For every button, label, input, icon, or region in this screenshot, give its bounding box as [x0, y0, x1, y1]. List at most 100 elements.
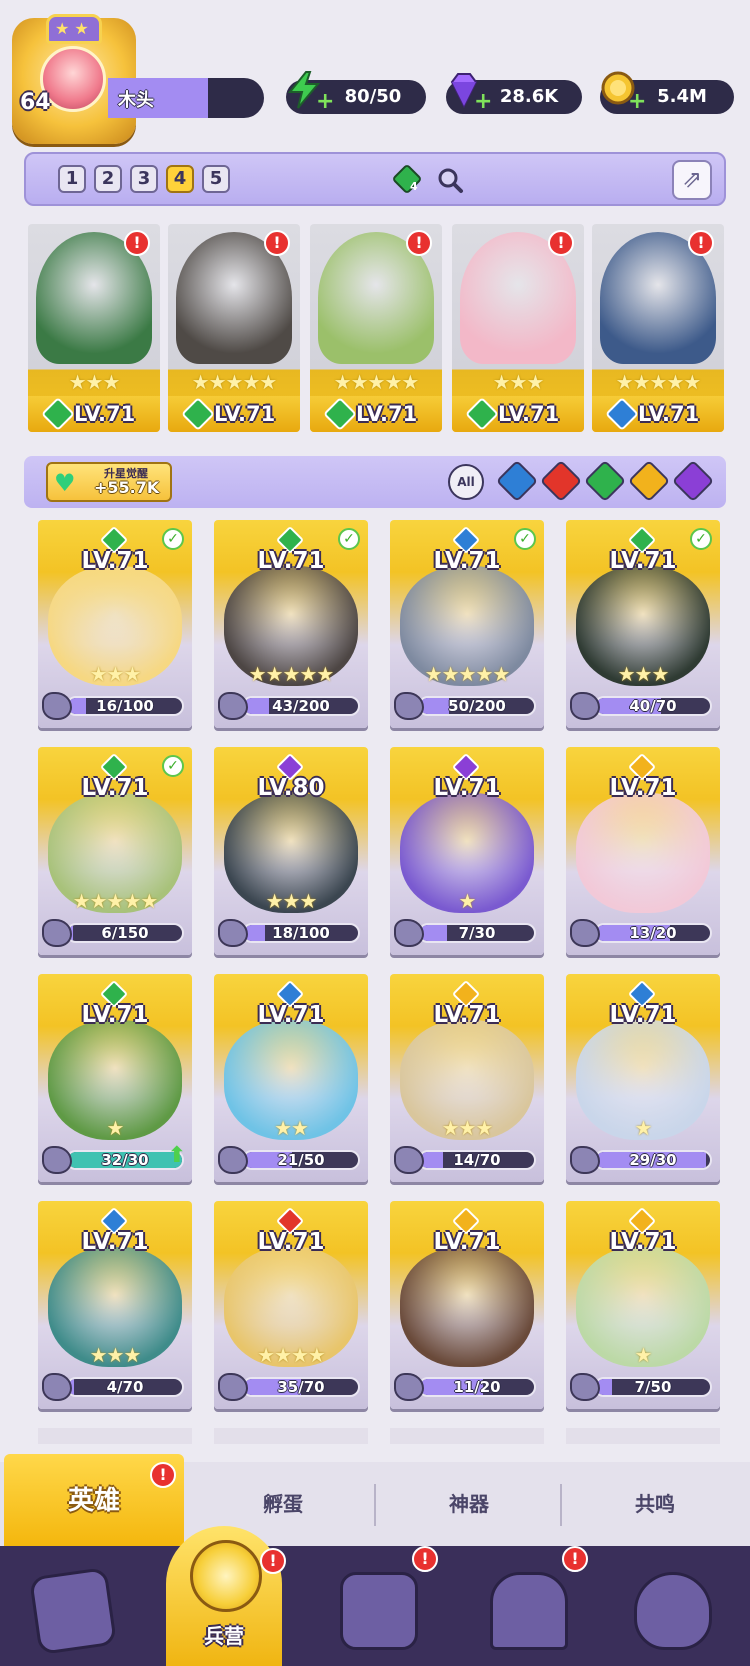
team-tab-1[interactable]: 1	[58, 165, 86, 193]
cards-icon[interactable]	[28, 1566, 118, 1656]
hero-card-peek	[214, 1428, 368, 1444]
hero-stars: ★	[458, 889, 477, 913]
top-bar: 64 木头 80/50 + 28.6K + 5.4M +	[0, 0, 750, 148]
shard-progress-bar: 43/200	[242, 696, 360, 716]
shard-count: 11/20	[453, 1378, 501, 1396]
shard-progress-bar: 6/150	[66, 923, 184, 943]
filter-wind-icon[interactable]	[583, 459, 627, 503]
hero-level: LV.71	[257, 1002, 325, 1028]
shard-progress-bar: 21/50	[242, 1150, 360, 1170]
shard-count: 14/70	[453, 1151, 501, 1169]
hero-stars: ★★★	[617, 662, 670, 686]
hero-card[interactable]: LV.71 ★★★ 40/70 ✓	[566, 520, 720, 728]
hero-card[interactable]: LV.71 ★★★ 14/70	[390, 974, 544, 1182]
hero-card[interactable]: LV.71 11/20	[390, 1201, 544, 1409]
filter-bar: ♥ 升星觉醒 +55.7K All	[24, 456, 726, 508]
shard-progress-bar: 7/30	[418, 923, 536, 943]
hero-level: LV.71	[81, 548, 149, 574]
hero-shard-icon	[42, 1373, 72, 1401]
team-tab-4[interactable]: 4	[166, 165, 194, 193]
hero-card[interactable]: LV.71 ★★★ 4/70	[38, 1201, 192, 1409]
team-tab-2[interactable]: 2	[94, 165, 122, 193]
hero-card[interactable]: LV.71 ★★★ 16/100 ✓	[38, 520, 192, 728]
checkmark-icon: ✓	[514, 528, 536, 550]
hero-card[interactable]: LV.71 ★★ 21/50	[214, 974, 368, 1182]
shard-count: 35/70	[277, 1378, 325, 1396]
shard-count: 18/100	[272, 924, 330, 942]
player-name: 木头	[118, 90, 154, 111]
tab-heroes-alert-icon: !	[150, 1462, 176, 1488]
hero-stars: ★★★	[89, 662, 142, 686]
energy-value: 80/50	[344, 86, 402, 107]
shard-count: 4/70	[106, 1378, 144, 1396]
team-tab-3[interactable]: 3	[130, 165, 158, 193]
hero-stars: ★	[634, 1343, 653, 1367]
hero-alert-icon: !	[264, 230, 290, 256]
filter-fire-icon[interactable]	[539, 459, 583, 503]
hero-shard-icon	[394, 919, 424, 947]
hero-stars: ★★★★★	[615, 370, 702, 394]
hero-card[interactable]: LV.71 ★★★★★ 43/200 ✓	[214, 520, 368, 728]
shard-progress-bar: 11/20	[418, 1377, 536, 1397]
filter-light-icon[interactable]	[627, 459, 671, 503]
map-book-icon[interactable]	[340, 1572, 418, 1650]
upgrade-arrow-icon[interactable]: ⬆	[168, 1143, 186, 1168]
hero-shard-icon	[42, 1146, 72, 1174]
hero-shard-icon	[42, 692, 72, 720]
shard-count: 7/50	[634, 1378, 672, 1396]
filter-water-icon[interactable]	[495, 459, 539, 503]
hero-stars: ★★★★★	[248, 662, 335, 686]
hero-shard-icon	[394, 692, 424, 720]
hero-stars: ★★★★★	[333, 370, 420, 394]
gold-plus-icon[interactable]: +	[628, 91, 646, 113]
temple-icon[interactable]	[490, 1572, 568, 1650]
hero-card[interactable]: LV.71 ★★★★ 35/70	[214, 1201, 368, 1409]
energy-plus-icon[interactable]: +	[316, 91, 334, 113]
hero-level: LV.71	[433, 1002, 501, 1028]
barracks-alert-icon: !	[260, 1548, 286, 1574]
team-power-badge: 4	[410, 180, 418, 193]
hero-card[interactable]: LV.71 ★★★★★ 6/150 ✓	[38, 747, 192, 955]
tab-resonance[interactable]: 共鸣	[562, 1462, 748, 1546]
hero-shard-icon	[570, 1146, 600, 1174]
hero-card[interactable]: LV.71 ★ 29/30	[566, 974, 720, 1182]
hero-stars: ★★★	[89, 1343, 142, 1367]
checkmark-icon: ✓	[338, 528, 360, 550]
hero-card[interactable]: LV.71 ★ 32/30 ⬆	[38, 974, 192, 1182]
hero-level: LV.71	[433, 775, 501, 801]
share-icon[interactable]: ⇗	[672, 160, 712, 200]
hero-card[interactable]: LV.80 ★★★ 18/100	[214, 747, 368, 955]
team-tab-5[interactable]: 5	[202, 165, 230, 193]
hero-card[interactable]: LV.71 13/20	[566, 747, 720, 955]
hero-shard-icon	[570, 692, 600, 720]
filter-all-button[interactable]: All	[448, 464, 484, 500]
hero-card[interactable]: LV.71 ★ 7/30	[390, 747, 544, 955]
hero-card[interactable]: LV.71 ★ 7/50	[566, 1201, 720, 1409]
tab-artifact[interactable]: 神器	[376, 1462, 562, 1546]
shard-progress-bar: 40/70	[594, 696, 712, 716]
hero-level: LV.71	[81, 775, 149, 801]
hero-shard-icon	[394, 1373, 424, 1401]
shard-count: 40/70	[629, 697, 677, 715]
shard-count: 21/50	[277, 1151, 325, 1169]
hero-shard-icon	[218, 1373, 248, 1401]
hero-card[interactable]: LV.71 ★★★★★ 50/200 ✓	[390, 520, 544, 728]
hero-stars: ★★★★★	[191, 370, 278, 394]
magnifier-icon[interactable]	[436, 166, 464, 194]
team-bar: 1 2 3 4 5 4 ⇗	[24, 152, 726, 206]
hero-level: LV.71	[609, 775, 677, 801]
filter-dark-icon[interactable]	[671, 459, 715, 503]
star-awaken-bonus[interactable]: ♥ 升星觉醒 +55.7K	[46, 462, 172, 502]
gem-plus-icon[interactable]: +	[474, 91, 492, 113]
hero-level: LV.80	[257, 775, 325, 801]
mushroom-icon[interactable]	[634, 1572, 712, 1650]
player-level: 64	[20, 90, 51, 115]
hero-shard-icon	[570, 1373, 600, 1401]
hero-shard-icon	[218, 692, 248, 720]
checkmark-icon: ✓	[162, 755, 184, 777]
shard-progress-bar: 13/20	[594, 923, 712, 943]
hero-stars: ★★	[274, 1116, 309, 1140]
shard-progress-bar: 16/100	[66, 696, 184, 716]
hero-shard-icon	[218, 919, 248, 947]
shard-count: 16/100	[96, 697, 154, 715]
